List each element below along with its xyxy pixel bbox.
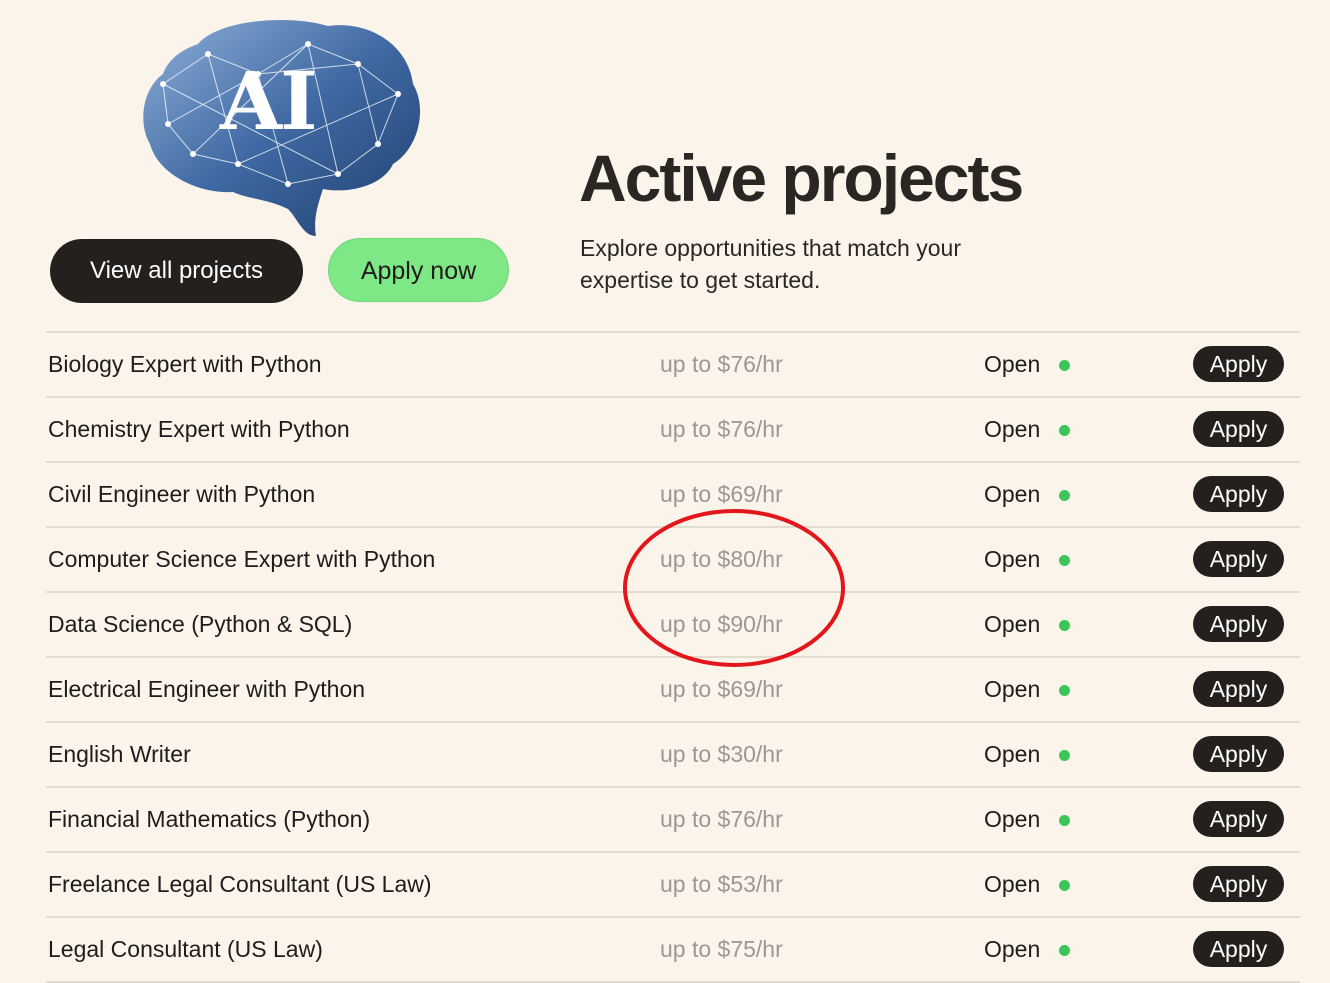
project-name[interactable]: Electrical Engineer with Python (48, 658, 365, 721)
status-dot-icon (1059, 945, 1070, 956)
apply-button[interactable]: Apply (1193, 671, 1284, 707)
logo-text: AI (220, 54, 317, 148)
project-status: Open (984, 611, 1041, 637)
status-dot-icon (1059, 620, 1070, 631)
status-dot-icon (1059, 425, 1070, 436)
project-status: Open (984, 481, 1041, 507)
project-rate: up to $30/hr (660, 741, 783, 767)
project-status: Open (984, 806, 1041, 832)
project-status: Open (984, 546, 1041, 572)
apply-button[interactable]: Apply (1193, 801, 1284, 837)
project-rate: up to $90/hr (660, 611, 783, 637)
project-rate: up to $76/hr (660, 416, 783, 442)
table-row: English Writer up to $30/hr Open Apply (46, 723, 1300, 788)
view-all-projects-button[interactable]: View all projects (50, 239, 303, 303)
project-rate: up to $75/hr (660, 936, 783, 962)
status-dot-icon (1059, 490, 1070, 501)
status-dot-icon (1059, 880, 1070, 891)
project-status: Open (984, 936, 1041, 962)
project-name[interactable]: Chemistry Expert with Python (48, 398, 350, 461)
table-row: Freelance Legal Consultant (US Law) up t… (46, 853, 1300, 918)
project-status: Open (984, 741, 1041, 767)
project-rate: up to $69/hr (660, 481, 783, 507)
project-name[interactable]: Civil Engineer with Python (48, 463, 315, 526)
projects-table: Biology Expert with Python up to $76/hr … (46, 331, 1300, 983)
project-rate: up to $76/hr (660, 351, 783, 377)
status-dot-icon (1059, 815, 1070, 826)
apply-button[interactable]: Apply (1193, 866, 1284, 902)
apply-button[interactable]: Apply (1193, 476, 1284, 512)
ai-brain-logo: AI (138, 14, 428, 240)
project-status: Open (984, 416, 1041, 442)
status-dot-icon (1059, 750, 1070, 761)
project-status: Open (984, 676, 1041, 702)
apply-now-button[interactable]: Apply now (328, 238, 509, 302)
status-dot-icon (1059, 555, 1070, 566)
project-name[interactable]: Freelance Legal Consultant (US Law) (48, 853, 432, 916)
table-row: Legal Consultant (US Law) up to $75/hr O… (46, 918, 1300, 983)
table-row: Chemistry Expert with Python up to $76/h… (46, 398, 1300, 463)
project-rate: up to $69/hr (660, 676, 783, 702)
project-rate: up to $76/hr (660, 806, 783, 832)
table-row: Data Science (Python & SQL) up to $90/hr… (46, 593, 1300, 658)
project-rate: up to $53/hr (660, 871, 783, 897)
apply-button[interactable]: Apply (1193, 606, 1284, 642)
table-row: Financial Mathematics (Python) up to $76… (46, 788, 1300, 853)
page-title: Active projects (579, 141, 1024, 215)
table-row: Computer Science Expert with Python up t… (46, 528, 1300, 593)
apply-button[interactable]: Apply (1193, 346, 1284, 382)
project-status: Open (984, 351, 1041, 377)
table-row: Civil Engineer with Python up to $69/hr … (46, 463, 1300, 528)
table-row: Biology Expert with Python up to $76/hr … (46, 333, 1300, 398)
apply-button[interactable]: Apply (1193, 541, 1284, 577)
page-subtitle: Explore opportunities that match your ex… (580, 235, 961, 293)
project-name[interactable]: Financial Mathematics (Python) (48, 788, 370, 851)
project-name[interactable]: Data Science (Python & SQL) (48, 593, 352, 656)
project-name[interactable]: Legal Consultant (US Law) (48, 918, 323, 981)
table-row: Electrical Engineer with Python up to $6… (46, 658, 1300, 723)
project-name[interactable]: Biology Expert with Python (48, 333, 322, 396)
project-rate: up to $80/hr (660, 546, 783, 572)
status-dot-icon (1059, 360, 1070, 371)
status-dot-icon (1059, 685, 1070, 696)
apply-button[interactable]: Apply (1193, 736, 1284, 772)
apply-button[interactable]: Apply (1193, 411, 1284, 447)
project-name[interactable]: English Writer (48, 723, 191, 786)
apply-button[interactable]: Apply (1193, 931, 1284, 967)
project-name[interactable]: Computer Science Expert with Python (48, 528, 435, 591)
project-status: Open (984, 871, 1041, 897)
